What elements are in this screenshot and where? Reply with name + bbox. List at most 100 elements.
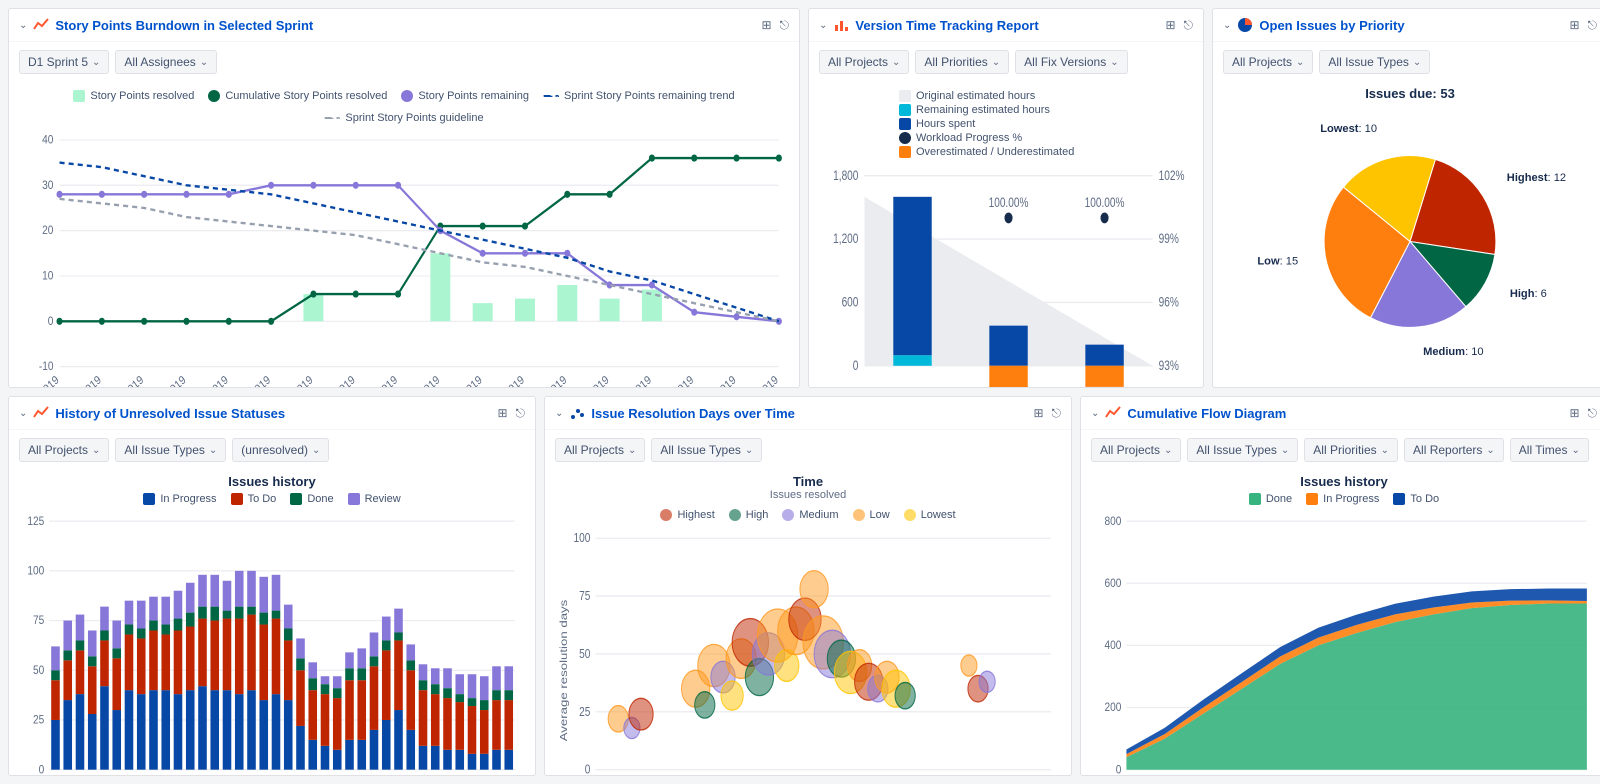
line-chart-icon — [33, 17, 49, 33]
panel-title: Story Points Burndown in Selected Sprint — [55, 18, 761, 33]
panel-version: ⌄ Version Time Tracking Report ⊞ ⎋ All Pr… — [808, 8, 1204, 388]
svg-text:Highest: 12: Highest: 12 — [1507, 172, 1566, 184]
svg-text:100.00%: 100.00% — [989, 194, 1029, 210]
filter-types[interactable]: All Issue Types — [1319, 50, 1430, 74]
filter-versions[interactable]: All Fix Versions — [1015, 50, 1127, 74]
chart-burndown: -10010203040Apr 08 2019Apr 09 2019Apr 10… — [19, 128, 789, 388]
svg-text:25: 25 — [579, 705, 591, 720]
download-icon[interactable]: ⎋ — [1588, 406, 1598, 421]
svg-text:1,800: 1,800 — [833, 167, 859, 183]
chart-pie: Highest: 12High: 6Medium: 10Low: 15Lowes… — [1223, 101, 1597, 388]
svg-text:100.00%: 100.00% — [1085, 194, 1125, 210]
filter-types[interactable]: All Issue Types — [651, 438, 762, 462]
download-icon[interactable]: ⎋ — [1184, 18, 1194, 33]
svg-text:96%: 96% — [1159, 294, 1179, 310]
svg-text:50: 50 — [33, 664, 44, 677]
svg-text:Apr 08 2019: Apr 08 2019 — [19, 374, 61, 388]
panel-title: Issue Resolution Days over Time — [591, 406, 1033, 421]
svg-text:102%: 102% — [1159, 167, 1185, 183]
filter-sprint[interactable]: D1 Sprint 5 — [19, 50, 109, 74]
filter-projects[interactable]: All Projects — [1223, 50, 1313, 74]
panel-burndown: ⌄ Story Points Burndown in Selected Spri… — [8, 8, 800, 388]
svg-text:High: 6: High: 6 — [1510, 288, 1547, 300]
svg-text:Apr 12 2019: Apr 12 2019 — [181, 374, 230, 388]
svg-text:0: 0 — [853, 357, 859, 373]
table-icon[interactable]: ⊞ — [497, 406, 507, 421]
filter-priorities[interactable]: All Priorities — [1304, 438, 1398, 462]
svg-text:Apr 22 2019: Apr 22 2019 — [520, 374, 569, 388]
chart-cumulative: 0200400600800Jan 2019Mar 2019May 2019Jul… — [1091, 509, 1597, 776]
chart-version: -60006001,2001,80090%93%96%99%102%Story9… — [819, 162, 1193, 388]
filter-status[interactable]: (unresolved) — [232, 438, 329, 462]
filter-assignee[interactable]: All Assignees — [115, 50, 217, 74]
svg-text:10: 10 — [42, 270, 53, 283]
svg-text:Apr 17 2019: Apr 17 2019 — [351, 374, 400, 388]
svg-text:30: 30 — [42, 179, 53, 192]
svg-text:75: 75 — [33, 614, 44, 627]
collapse-icon[interactable]: ⌄ — [19, 20, 27, 31]
table-icon[interactable]: ⊞ — [761, 18, 771, 33]
download-icon[interactable]: ⎋ — [516, 406, 526, 421]
legend: Story Points resolved Cumulative Story P… — [19, 86, 789, 128]
svg-text:Apr 18 2019: Apr 18 2019 — [393, 374, 442, 388]
filter-times[interactable]: All Times — [1510, 438, 1589, 462]
download-icon[interactable]: ⎋ — [1588, 18, 1598, 33]
svg-text:50: 50 — [579, 647, 591, 662]
collapse-icon[interactable]: ⌄ — [1223, 20, 1231, 31]
download-icon[interactable]: ⎋ — [780, 18, 790, 33]
line-chart-icon — [1105, 405, 1121, 421]
filter-types[interactable]: All Issue Types — [115, 438, 226, 462]
svg-text:400: 400 — [1104, 639, 1121, 652]
filters: D1 Sprint 5 All Assignees — [9, 42, 799, 82]
svg-text:75: 75 — [579, 589, 591, 604]
table-icon[interactable]: ⊞ — [1033, 406, 1043, 421]
collapse-icon[interactable]: ⌄ — [819, 20, 827, 31]
panel-title: Open Issues by Priority — [1259, 18, 1569, 33]
table-icon[interactable]: ⊞ — [1569, 406, 1579, 421]
collapse-icon[interactable]: ⌄ — [19, 408, 27, 419]
svg-text:Apr 15 2019: Apr 15 2019 — [266, 374, 315, 388]
panel-priority: ⌄ Open Issues by Priority ⊞ ⎋ All Project… — [1212, 8, 1600, 388]
panel-title: Version Time Tracking Report — [855, 18, 1165, 33]
collapse-icon[interactable]: ⌄ — [1091, 408, 1099, 419]
svg-text:Apr 20 2019: Apr 20 2019 — [477, 374, 526, 388]
svg-text:800: 800 — [1104, 515, 1121, 528]
panel-cumulative: ⌄ Cumulative Flow Diagram ⊞ ⎋ All Project… — [1080, 396, 1600, 776]
collapse-icon[interactable]: ⌄ — [555, 408, 563, 419]
download-icon[interactable]: ⎋ — [1052, 406, 1062, 421]
svg-text:Apr 24 2019: Apr 24 2019 — [562, 374, 611, 388]
pie-chart-icon — [1237, 17, 1253, 33]
filter-projects[interactable]: All Projects — [1091, 438, 1181, 462]
line-chart-icon — [33, 405, 49, 421]
svg-text:0: 0 — [585, 762, 591, 776]
filter-priorities[interactable]: All Priorities — [915, 50, 1009, 74]
svg-text:Apr 29 2019: Apr 29 2019 — [731, 374, 780, 388]
panel-title: Cumulative Flow Diagram — [1127, 406, 1569, 421]
panel-title: History of Unresolved Issue Statuses — [55, 406, 497, 421]
svg-text:0: 0 — [1116, 764, 1122, 776]
svg-text:Apr 19 2019: Apr 19 2019 — [435, 374, 484, 388]
filter-projects[interactable]: All Projects — [819, 50, 909, 74]
filter-projects[interactable]: All Projects — [19, 438, 109, 462]
svg-text:125: 125 — [27, 515, 44, 528]
panel-history: ⌄ History of Unresolved Issue Statuses ⊞… — [8, 396, 536, 776]
svg-text:Apr 11 2019: Apr 11 2019 — [140, 374, 189, 388]
filter-projects[interactable]: All Projects — [555, 438, 645, 462]
svg-text:Lowest: 10: Lowest: 10 — [1320, 123, 1377, 135]
svg-text:Average resolution days: Average resolution days — [559, 600, 570, 742]
svg-text:0: 0 — [48, 315, 54, 328]
svg-text:20: 20 — [42, 224, 53, 237]
svg-text:200: 200 — [1104, 701, 1121, 714]
svg-text:100: 100 — [574, 531, 591, 546]
table-icon[interactable]: ⊞ — [1165, 18, 1175, 33]
svg-text:25: 25 — [33, 714, 44, 727]
filter-types[interactable]: All Issue Types — [1187, 438, 1298, 462]
svg-text:100: 100 — [27, 565, 44, 578]
bar-chart-icon — [833, 17, 849, 33]
scatter-icon — [569, 405, 585, 421]
table-icon[interactable]: ⊞ — [1569, 18, 1579, 33]
svg-text:600: 600 — [1104, 577, 1121, 590]
svg-text:1,200: 1,200 — [833, 231, 859, 247]
filter-reporters[interactable]: All Reporters — [1404, 438, 1504, 462]
svg-text:Medium: 10: Medium: 10 — [1423, 346, 1484, 358]
